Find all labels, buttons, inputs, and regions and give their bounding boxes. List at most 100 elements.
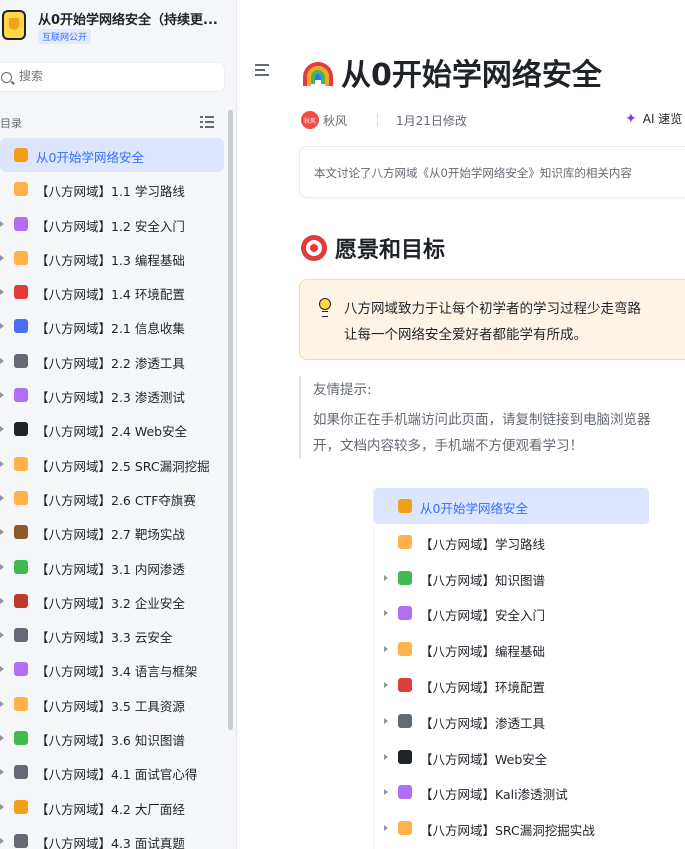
toc-item[interactable]: 【八方网域】2.3 渗透测试 [0, 378, 232, 412]
toc-item[interactable]: 【八方网域】2.4 Web安全 [0, 412, 232, 446]
expand-caret-icon[interactable] [384, 574, 388, 581]
search-icon [1, 72, 12, 83]
flag-icon [14, 490, 28, 505]
expand-caret-icon[interactable] [0, 803, 4, 810]
toc-item[interactable]: 【八方网域】3.2 企业安全 [0, 584, 232, 618]
shield-icon [398, 606, 412, 621]
toc-item[interactable]: 【八方网域】2.6 CTF夺旗赛 [0, 481, 232, 515]
toc-item[interactable]: 【八方网域】1.1 学习路线 [0, 172, 232, 206]
knowledge-base-title[interactable]: 从0开始学网络安全（持续更... [38, 9, 228, 28]
expand-caret-icon[interactable] [0, 597, 4, 604]
roadmap-icon [14, 182, 28, 197]
expand-caret-icon[interactable] [0, 323, 4, 330]
expand-caret-icon[interactable] [384, 681, 388, 688]
toc-label: 【八方网域】3.6 知识图谱 [36, 733, 185, 749]
search-box[interactable] [0, 62, 225, 92]
outline-menu-icon[interactable] [255, 64, 269, 76]
embed-item[interactable]: 【八方网域】SRC漏洞挖掘实战 [374, 810, 649, 846]
embed-item[interactable]: 【八方网域】编程基础 [374, 631, 649, 667]
expand-caret-icon[interactable] [384, 717, 388, 724]
expand-caret-icon[interactable] [384, 753, 388, 760]
rainbow-icon [14, 148, 28, 162]
monitor-icon [14, 422, 28, 437]
shield-icon [14, 216, 28, 231]
modified-time: 1月21日修改 [396, 113, 467, 128]
callout-line-2: 让每一个网络安全爱好者都能学有所成。 [344, 327, 587, 343]
meta-divider [377, 114, 379, 126]
expand-caret-icon[interactable] [384, 646, 388, 653]
rainbow-icon [301, 58, 335, 86]
expand-caret-icon[interactable] [0, 837, 4, 844]
target-icon [301, 235, 327, 261]
embed-item[interactable]: 【八方网域】安全入门 [374, 595, 649, 631]
toc-item[interactable]: 【八方网域】1.3 编程基础 [0, 241, 232, 275]
expand-caret-icon[interactable] [0, 289, 4, 296]
toc-item[interactable]: 【八方网域】3.4 语言与框架 [0, 652, 232, 686]
toc-item[interactable]: 【八方网域】2.2 渗透工具 [0, 344, 232, 378]
toc-item[interactable]: 【八方网域】3.3 云安全 [0, 618, 232, 652]
toc-item[interactable]: 【八方网域】1.2 安全入门 [0, 207, 232, 241]
embed-item[interactable]: 从0开始学网络安全 [374, 488, 649, 524]
embed-item[interactable]: 【八方网域】Kali渗透测试 [374, 774, 649, 810]
expand-caret-icon[interactable] [384, 825, 388, 832]
ai-summary-button[interactable]: ✦ AI 速览 [625, 110, 682, 127]
avatar[interactable]: 秋风 [301, 111, 319, 129]
expand-caret-icon[interactable] [384, 789, 388, 796]
search-input[interactable] [19, 69, 199, 83]
expand-caret-icon[interactable] [0, 357, 4, 364]
toc-item[interactable]: 【八方网域】1.4 环境配置 [0, 275, 232, 309]
toc-item[interactable]: 【八方网域】2.5 SRC漏洞挖掘 [0, 447, 232, 481]
expand-caret-icon[interactable] [0, 666, 4, 673]
author-name[interactable]: 秋风 [323, 112, 347, 129]
quote-line-1: 友情提示: [313, 382, 372, 398]
rainbow-icon [398, 499, 412, 513]
expand-caret-icon[interactable] [0, 426, 4, 433]
target-icon [14, 285, 28, 300]
ai-summary-card[interactable]: 本文讨论了八方网域《从0开始学网络安全》知识库的相关内容 [299, 146, 685, 198]
code-icon [14, 250, 28, 265]
expand-caret-icon[interactable] [0, 254, 4, 261]
toc-item[interactable]: 【八方网域】2.1 信息收集 [0, 309, 232, 343]
toc-label: 【八方网域】1.1 学习路线 [36, 184, 185, 200]
embed-item[interactable]: 【八方网域】知识图谱 [374, 560, 649, 596]
expand-caret-icon[interactable] [0, 220, 4, 227]
gear-icon [14, 353, 28, 368]
toc-label: 【八方网域】2.3 渗透测试 [36, 390, 185, 406]
roadmap-icon [398, 534, 412, 549]
expand-caret-icon[interactable] [0, 392, 4, 399]
expand-caret-icon[interactable] [384, 610, 388, 617]
expand-caret-icon[interactable] [0, 700, 4, 707]
toc-item[interactable]: 【八方网域】3.1 内网渗透 [0, 550, 232, 584]
sidebar-scrollbar[interactable] [228, 110, 233, 730]
toc-label: 【八方网域】3.4 语言与框架 [36, 664, 198, 680]
toc-item[interactable]: 【八方网域】3.5 工具资源 [0, 687, 232, 721]
embed-label: 【八方网域】SRC漏洞挖掘实战 [420, 823, 595, 839]
building-icon [14, 593, 28, 608]
toc-item[interactable]: 从0开始学网络安全 [0, 138, 224, 173]
expand-caret-icon[interactable] [0, 529, 4, 536]
expand-caret-icon[interactable] [0, 494, 4, 501]
quote-block: 友情提示: 如果你正在手机端访问此页面，请复制链接到电脑浏览器 开，文档内容较多… [299, 376, 685, 458]
toc-collapse-icon[interactable] [200, 114, 214, 128]
magnifier-icon [14, 319, 28, 334]
toc-label: 从0开始学网络安全 [36, 150, 144, 165]
expand-caret-icon[interactable] [0, 769, 4, 776]
expand-caret-icon[interactable] [0, 563, 4, 570]
toc-item[interactable]: 【八方网域】4.2 大厂面经 [0, 790, 232, 824]
monitor-icon [398, 749, 412, 764]
toc-item[interactable]: 【八方网域】2.7 靶场实战 [0, 515, 232, 549]
embed-item[interactable]: 【八方网域】学习路线 [374, 524, 649, 560]
expand-caret-icon[interactable] [0, 460, 4, 467]
embed-item[interactable]: 【八方网域】环境配置 [374, 667, 649, 703]
embed-item[interactable]: 【八方网域】渗透工具 [374, 703, 649, 739]
embed-label: 【八方网域】环境配置 [420, 679, 546, 695]
expand-caret-icon[interactable] [0, 735, 4, 742]
embed-item[interactable]: 【八方网域】Web安全 [374, 739, 649, 775]
toc-item[interactable]: 【八方网域】3.6 知识图谱 [0, 721, 232, 755]
toc-item[interactable]: 【八方网域】4.3 面试真题 [0, 824, 232, 849]
toc-label: 【八方网域】2.4 Web安全 [36, 424, 188, 440]
toc-item[interactable]: 【八方网域】4.1 面试官心得 [0, 755, 232, 789]
expand-caret-icon[interactable] [0, 632, 4, 639]
knowledge-base-header[interactable]: 从0开始学网络安全（持续更... 互联网公开 [0, 0, 236, 56]
knowledge-base-logo-icon [2, 10, 26, 40]
